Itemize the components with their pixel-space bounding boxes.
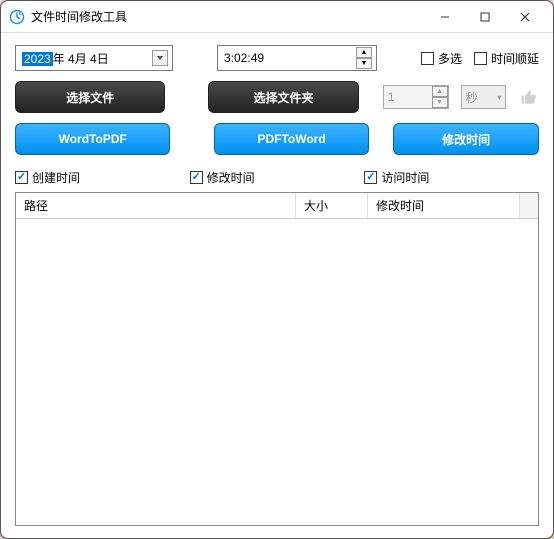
checkbox-icon [474,52,487,65]
titlebar: 文件时间修改工具 [1,1,553,33]
table-header: 路径 大小 修改时间 [16,193,538,219]
spin-down-icon: ▼ [432,97,448,108]
thumbs-up-icon[interactable] [518,86,539,108]
access-label: 访问时间 [381,169,429,186]
spin-up-icon: ▲ [356,47,372,58]
app-icon [9,9,25,25]
select-folder-button[interactable]: 选择文件夹 [208,81,358,113]
date-value: 2023年 4月 4日 [20,50,152,67]
modify-time-button[interactable]: 修改时间 [393,123,539,155]
time-spinner[interactable]: ▲▼ [356,47,372,69]
create-label: 创建时间 [32,169,80,186]
spin-up-icon: ▲ [432,86,448,97]
checkbox-checked-icon [190,171,203,184]
modify-label: 修改时间 [207,169,255,186]
delay-value: 1 [384,90,432,104]
table-body [16,219,538,525]
col-path[interactable]: 路径 [16,193,296,218]
app-window: 文件时间修改工具 2023年 4月 4日 3:02:49 ▲▼ 多选 时间顺延 [0,0,554,539]
col-spacer [520,193,538,218]
pdf-to-word-button[interactable]: PDFToWord [214,123,369,155]
date-input[interactable]: 2023年 4月 4日 [15,45,173,71]
select-file-button[interactable]: 选择文件 [15,81,165,113]
col-size[interactable]: 大小 [296,193,368,218]
maximize-button[interactable] [465,3,505,31]
time-value: 3:02:49 [222,51,356,65]
access-time-checkbox[interactable]: 访问时间 [364,169,539,186]
col-mtime[interactable]: 修改时间 [368,193,520,218]
content: 2023年 4月 4日 3:02:49 ▲▼ 多选 时间顺延 选择文件 选择文件… [1,33,553,538]
delay-amount-input[interactable]: 1 ▲▼ [383,85,449,109]
time-input[interactable]: 3:02:49 ▲▼ [217,45,377,71]
close-button[interactable] [505,3,545,31]
unit-label: 秒 [466,89,498,106]
chevron-down-icon: ▾ [497,93,501,102]
create-time-checkbox[interactable]: 创建时间 [15,169,190,186]
file-table: 路径 大小 修改时间 [15,192,539,526]
word-to-pdf-button[interactable]: WordToPDF [15,123,170,155]
delay-unit-select[interactable]: 秒 ▾ [461,85,507,109]
delay-label: 时间顺延 [491,50,539,67]
delay-spinner: ▲▼ [432,86,448,108]
spin-down-icon: ▼ [356,58,372,69]
minimize-button[interactable] [425,3,465,31]
modify-time-checkbox[interactable]: 修改时间 [190,169,365,186]
time-delay-checkbox[interactable]: 时间顺延 [474,50,539,67]
checkbox-checked-icon [15,171,28,184]
multi-select-checkbox[interactable]: 多选 [421,50,462,67]
checkbox-checked-icon [364,171,377,184]
multi-label: 多选 [438,50,462,67]
window-title: 文件时间修改工具 [31,8,425,25]
calendar-dropdown-icon[interactable] [152,50,168,66]
checkbox-icon [421,52,434,65]
